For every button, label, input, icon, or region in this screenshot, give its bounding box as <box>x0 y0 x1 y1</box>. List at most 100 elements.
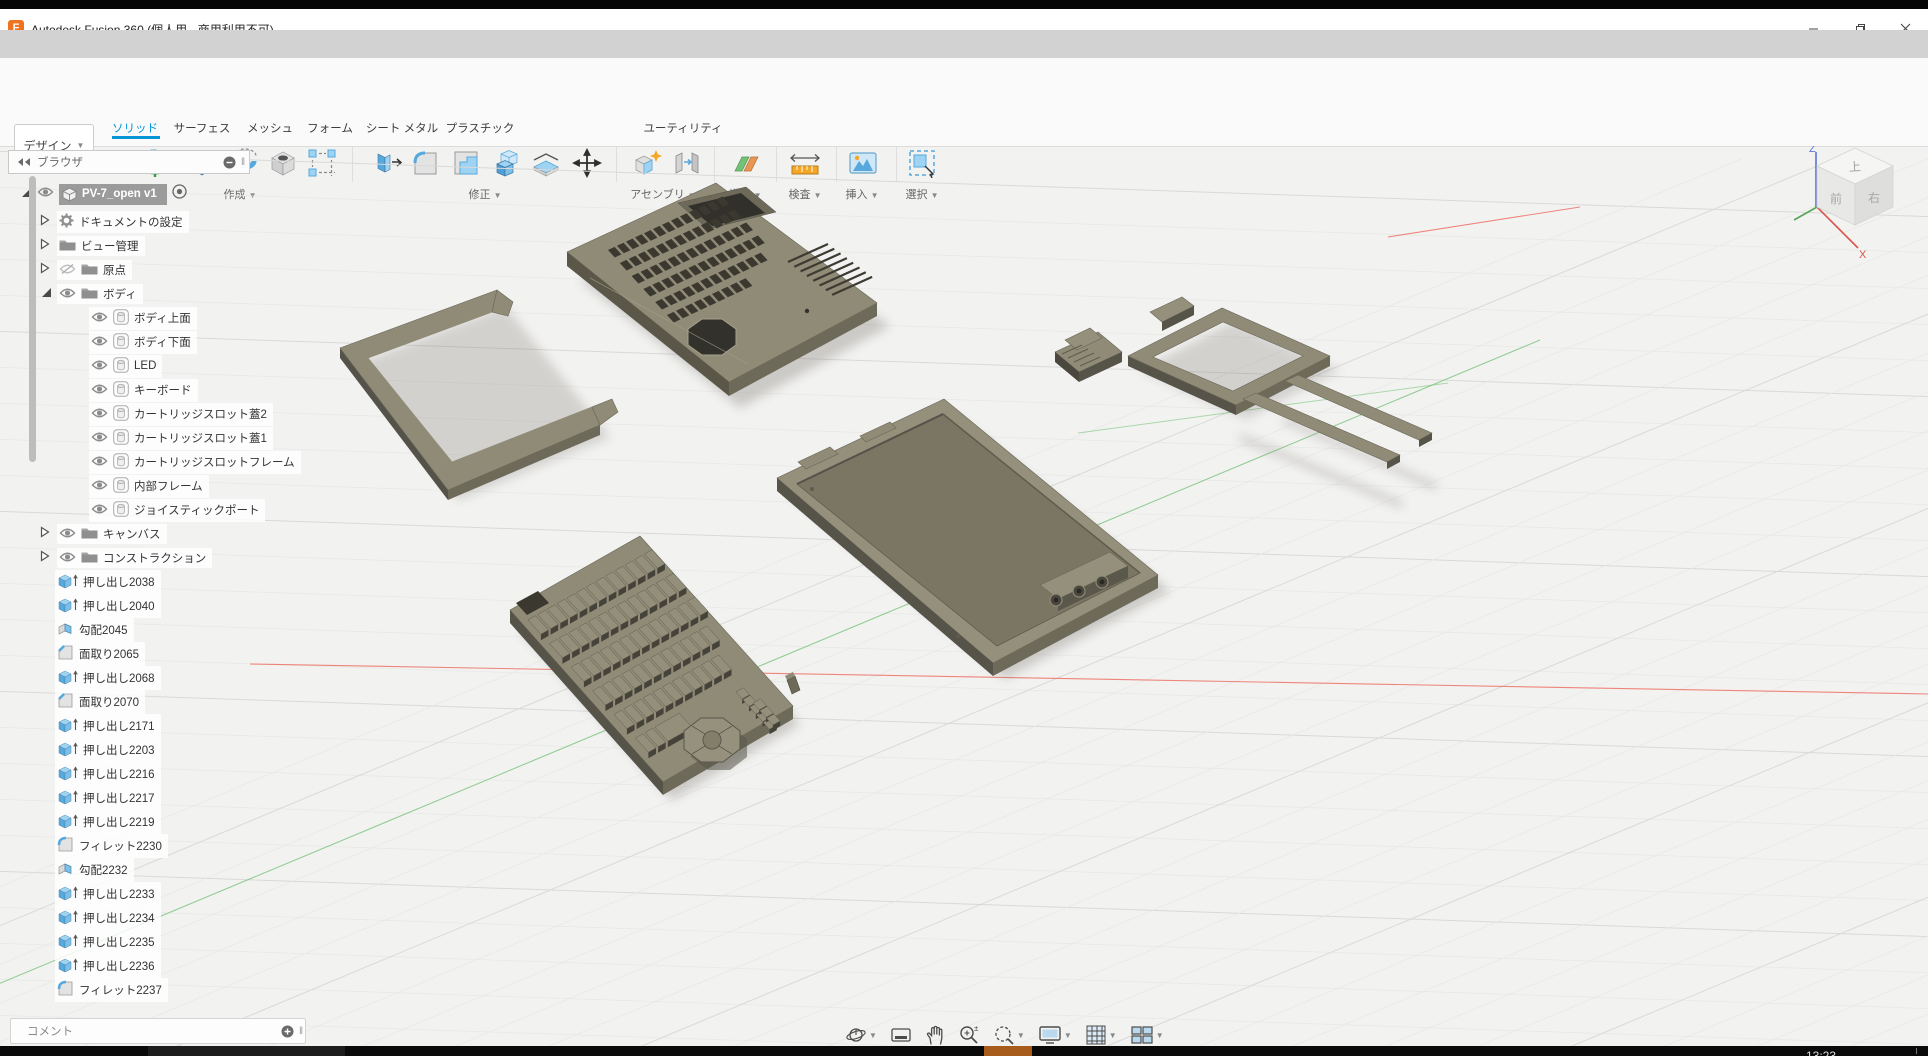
visibility-eye-icon[interactable] <box>91 455 108 470</box>
feature-label[interactable]: 押し出し2203 <box>83 742 155 758</box>
root-component[interactable]: PV-7_open v1 <box>59 184 167 205</box>
item-label[interactable]: キーボード <box>134 382 192 398</box>
browser-item[interactable]: キャンバス <box>0 522 167 546</box>
browser-item[interactable]: 内部フレーム <box>0 474 209 498</box>
taskbar-app-segment[interactable] <box>148 1046 345 1056</box>
feature-label[interactable]: 押し出し2038 <box>83 574 155 590</box>
feature-label[interactable]: 押し出し2217 <box>83 790 155 806</box>
ribbon-tab-7[interactable]: ユーティリティ <box>643 120 722 136</box>
panel-drag-handle[interactable]: ‖ <box>241 157 245 168</box>
timeline-feature-row[interactable]: 面取り2065 <box>0 642 145 666</box>
visibility-eye-icon[interactable] <box>59 551 76 566</box>
timeline-feature-row[interactable]: 押し出し2235 <box>0 930 161 954</box>
visibility-eye-icon[interactable] <box>91 383 108 398</box>
timeline-feature-row[interactable]: 勾配2045 <box>0 618 134 642</box>
ribbon-tab-4[interactable]: フォーム <box>307 120 353 136</box>
timeline-feature-row[interactable]: 勾配2232 <box>0 858 134 882</box>
browser-item[interactable]: カートリッジスロット蓋2 <box>0 402 273 426</box>
browser-item[interactable]: ボディ <box>0 282 143 306</box>
feature-label[interactable]: 押し出し2236 <box>83 958 155 974</box>
grid-and-snaps[interactable]: ▼ <box>1085 1024 1117 1046</box>
browser-item[interactable]: コンストラクション <box>0 546 212 570</box>
pan-tool[interactable] <box>925 1025 945 1046</box>
ribbon-tab-2[interactable]: サーフェス <box>174 120 231 136</box>
timeline-feature-row[interactable]: 押し出し2236 <box>0 954 161 978</box>
timeline-feature-row[interactable]: 押し出し2216 <box>0 762 161 786</box>
feature-label[interactable]: 面取り2065 <box>79 646 139 662</box>
view-cube[interactable]: Z X 上 前 右 <box>1794 146 1893 261</box>
item-label[interactable]: ボディ <box>103 286 137 302</box>
browser-item[interactable]: 原点 <box>0 258 132 282</box>
item-label[interactable]: カートリッジスロット蓋2 <box>134 406 267 422</box>
visibility-eye-icon[interactable] <box>91 359 108 374</box>
timeline-feature-row[interactable]: 押し出し2203 <box>0 738 161 762</box>
item-label[interactable]: ボディ下面 <box>134 334 191 350</box>
os-taskbar[interactable]: 13:23 <box>0 1046 1928 1056</box>
browser-item[interactable]: LED <box>0 354 162 378</box>
zoom-window-tool[interactable]: ▼ <box>993 1024 1025 1046</box>
expander-icon[interactable] <box>40 261 52 279</box>
item-label[interactable]: ビュー管理 <box>81 238 139 254</box>
item-label[interactable]: ジョイスティックポート <box>134 502 259 518</box>
comment-bar[interactable]: コメント ‖ <box>10 1018 306 1044</box>
panel-drag-handle[interactable]: ‖ <box>299 1026 303 1037</box>
display-settings[interactable]: ▼ <box>1038 1025 1072 1045</box>
viewports-layout[interactable]: ▼ <box>1130 1024 1164 1046</box>
item-label[interactable]: ボディ上面 <box>134 310 191 326</box>
timeline-feature-row[interactable]: 押し出し2068 <box>0 666 161 690</box>
timeline-feature-row[interactable]: フィレット2230 <box>0 834 168 858</box>
item-label[interactable]: 内部フレーム <box>134 478 203 494</box>
taskbar-clock[interactable]: 13:23 <box>1806 1049 1886 1056</box>
part-keyboard[interactable] <box>510 536 793 795</box>
visibility-eye-icon[interactable] <box>91 311 108 326</box>
feature-label[interactable]: 勾配2232 <box>79 862 128 878</box>
feature-label[interactable]: 押し出し2040 <box>83 598 155 614</box>
expander-icon[interactable] <box>40 285 52 303</box>
visibility-eye-icon[interactable] <box>91 479 108 494</box>
viewport-3d[interactable]: Z X 上 前 右 <box>0 146 1928 1056</box>
browser-item[interactable]: ビュー管理 <box>0 234 145 258</box>
feature-label[interactable]: 押し出し2216 <box>83 766 155 782</box>
visibility-eye-icon[interactable] <box>91 407 108 422</box>
visibility-eye-icon[interactable] <box>91 431 108 446</box>
timeline-feature-row[interactable]: 押し出し2219 <box>0 810 161 834</box>
browser-item[interactable]: ジョイスティックポート <box>0 498 265 522</box>
timeline-feature-row[interactable]: 押し出し2038 <box>0 570 161 594</box>
part-led[interactable] <box>785 672 800 694</box>
visibility-eye-off-icon[interactable] <box>59 263 76 278</box>
item-label[interactable]: LED <box>134 360 156 372</box>
timeline-feature-row[interactable]: フィレット2237 <box>0 978 168 1002</box>
ribbon-tab-6[interactable]: プラスチック <box>446 120 515 136</box>
expander-icon[interactable] <box>40 213 52 231</box>
feature-label[interactable]: 押し出し2234 <box>83 910 155 926</box>
feature-label[interactable]: フィレット2237 <box>79 982 162 998</box>
visibility-eye-icon[interactable] <box>91 503 108 518</box>
timeline-feature-row[interactable]: 押し出し2234 <box>0 906 161 930</box>
zoom-tool[interactable]: ± <box>958 1024 980 1046</box>
eye-icon[interactable] <box>37 185 54 203</box>
timeline-feature-row[interactable]: 押し出し2040 <box>0 594 161 618</box>
ribbon-tab-1[interactable]: ソリッド <box>112 120 158 136</box>
feature-label[interactable]: 面取り2070 <box>79 694 139 710</box>
timeline-feature-row[interactable]: 面取り2070 <box>0 690 145 714</box>
activate-radio-icon[interactable] <box>172 184 187 204</box>
visibility-eye-icon[interactable] <box>59 527 76 542</box>
expander-icon[interactable] <box>40 525 52 543</box>
item-label[interactable]: ドキュメントの設定 <box>79 214 183 230</box>
browser-scrollbar[interactable] <box>29 176 36 462</box>
item-label[interactable]: 原点 <box>103 262 126 278</box>
ribbon-tab-3[interactable]: メッシュ <box>247 120 293 136</box>
item-label[interactable]: キャンバス <box>103 526 161 542</box>
timeline-feature-row[interactable]: 押し出し2217 <box>0 786 161 810</box>
feature-label[interactable]: 押し出し2068 <box>83 670 155 686</box>
browser-panel-header[interactable]: ブラウザ ‖ <box>8 150 250 174</box>
part-body-top-shell[interactable] <box>567 183 877 396</box>
feature-label[interactable]: 押し出し2171 <box>83 718 155 734</box>
add-comment-icon[interactable] <box>281 1025 294 1038</box>
panel-minimize-icon[interactable] <box>223 156 236 169</box>
expander-icon[interactable] <box>40 549 52 567</box>
collapse-panel-icon[interactable] <box>17 157 31 167</box>
feature-label[interactable]: 勾配2045 <box>79 622 128 638</box>
look-at-tool[interactable] <box>890 1026 912 1044</box>
feature-label[interactable]: フィレット2230 <box>79 838 162 854</box>
